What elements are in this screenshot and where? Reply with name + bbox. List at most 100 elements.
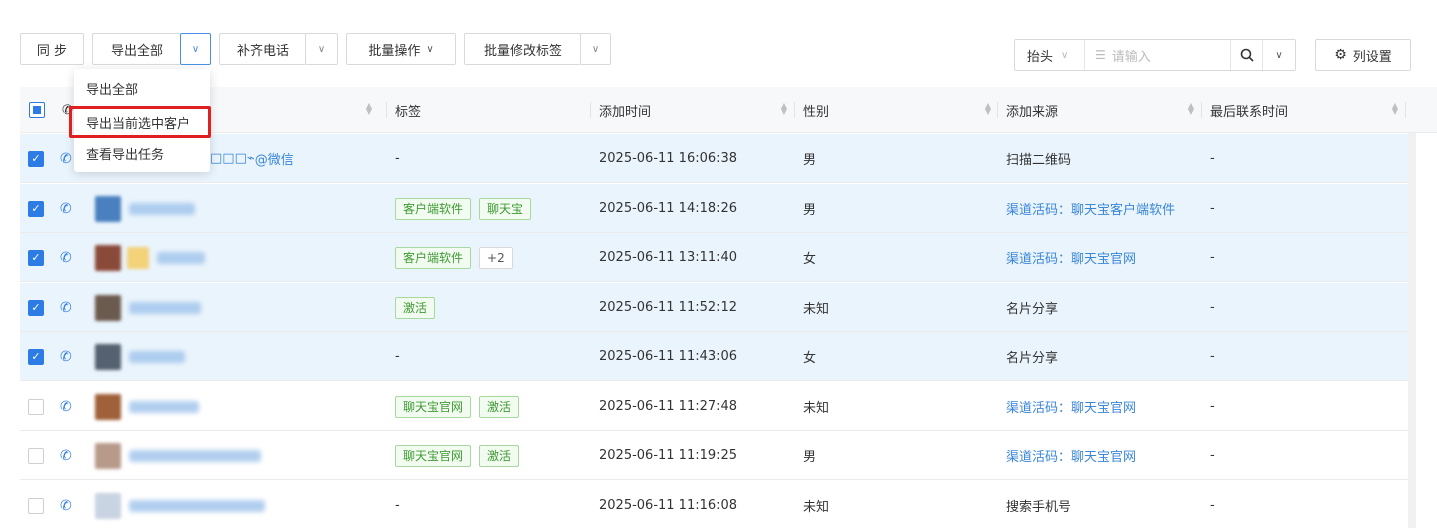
tags-cell: 聊天宝官网 激活	[395, 431, 527, 480]
search-field-label: 抬头	[1027, 49, 1054, 65]
gender-cell: 女	[803, 252, 817, 267]
customer-name[interactable]: □□□⌁ @微信	[210, 134, 294, 183]
row-checkbox[interactable]	[28, 481, 44, 528]
avatar	[95, 244, 121, 271]
phone-icon[interactable]: ✆	[60, 431, 72, 480]
search-button[interactable]	[1231, 40, 1263, 70]
customer-name[interactable]	[95, 184, 195, 233]
chevron-down-icon: ∨	[1061, 49, 1069, 61]
search-field-select[interactable]: 抬头 ∨	[1015, 40, 1085, 70]
last-contact-cell: -	[1210, 448, 1215, 463]
sort-icon: ▲ ▼	[1187, 101, 1194, 116]
phone-icon[interactable]: ✆	[60, 481, 72, 528]
search-input[interactable]: ☰ 请输入	[1085, 40, 1231, 70]
table-row[interactable]: ✓ ✆ 激活 2025-06-11 11:52:12 未知 名片分享 -	[20, 283, 1408, 332]
phone-icon[interactable]: ✆	[60, 134, 72, 183]
sort-icon: ▲ ▼	[365, 101, 372, 116]
tags-cell: 客户端软件 聊天宝	[395, 184, 539, 233]
blurred-name	[129, 400, 199, 413]
table-row[interactable]: ✆ 聊天宝官网 激活 2025-06-11 11:19:25 男 渠道活码：聊天宝…	[20, 431, 1408, 480]
gender-cell: 未知	[803, 302, 830, 317]
customer-name[interactable]	[95, 332, 185, 381]
customer-name[interactable]	[95, 431, 261, 480]
row-checkbox[interactable]	[28, 431, 44, 480]
added-time-cell: 2025-06-11 11:16:08	[599, 498, 738, 513]
avatar	[95, 195, 121, 222]
column-settings-button[interactable]: ⚙ 列设置	[1315, 39, 1411, 71]
table-row[interactable]: ✆ 聊天宝官网 激活 2025-06-11 11:27:48 未知 渠道活码：聊天…	[20, 382, 1408, 431]
row-checkbox[interactable]: ✓	[28, 332, 44, 381]
last-contact-header-label: 最后联系时间	[1210, 104, 1289, 120]
source-cell: 扫描二维码	[1006, 153, 1072, 168]
menu-item-view-export-tasks[interactable]: 查看导出任务	[86, 142, 164, 164]
customer-name[interactable]	[95, 481, 265, 528]
more-tags-badge[interactable]: +2	[479, 246, 513, 269]
tag: 客户端软件	[395, 197, 472, 220]
table-row[interactable]: ✓ ✆ 客户端软件 +2 2025-06-11 13:11:40 女 渠道活码：聊…	[20, 233, 1408, 282]
blurred-name	[129, 301, 201, 314]
customer-name[interactable]	[95, 233, 205, 282]
source-link[interactable]: 渠道活码：聊天宝客户端软件	[1006, 184, 1175, 233]
row-checkbox[interactable]: ✓	[28, 134, 44, 183]
table-row[interactable]: ✓ ✆ - 2025-06-11 11:43:06 女 名片分享 -	[20, 332, 1408, 381]
table-row[interactable]: ✆ - 2025-06-11 11:16:08 未知 搜索手机号 -	[20, 481, 1408, 528]
name-sort[interactable]: ▲ ▼	[350, 87, 380, 133]
phone-icon[interactable]: ✆	[60, 382, 72, 431]
tags-cell: 客户端软件 +2	[395, 233, 521, 282]
batch-edit-tags-dropdown-toggle[interactable]: ∨	[580, 33, 611, 65]
sync-button[interactable]: 同 步	[20, 33, 84, 65]
tags-cell: 激活	[395, 283, 443, 332]
customer-name-text: @微信	[254, 153, 294, 168]
last-contact-cell: -	[1210, 399, 1215, 414]
added-time-header[interactable]: 添加时间 ▲ ▼	[599, 87, 795, 133]
source-header[interactable]: 添加来源 ▲ ▼	[1006, 87, 1202, 133]
avatar	[95, 294, 121, 321]
last-contact-cell: -	[1210, 151, 1215, 166]
gender-header[interactable]: 性别 ▲ ▼	[803, 87, 999, 133]
search-options-dropdown[interactable]: ∨	[1263, 40, 1295, 70]
row-checkbox[interactable]: ✓	[28, 233, 44, 282]
fill-phone-button[interactable]: 补齐电话	[219, 33, 306, 65]
export-all-label: 导出全部	[110, 43, 163, 59]
export-all-button[interactable]: 导出全部	[92, 33, 181, 65]
gender-cell: 未知	[803, 401, 830, 416]
phone-icon[interactable]: ✆	[60, 233, 72, 282]
gender-cell: 男	[803, 153, 817, 168]
source-link[interactable]: 渠道活码：聊天宝官网	[1006, 233, 1136, 282]
blurred-name	[129, 350, 185, 363]
last-contact-cell: -	[1210, 201, 1215, 216]
batch-ops-button[interactable]: 批量操作 ∨	[346, 33, 456, 65]
table-row[interactable]: ✓ ✆ □□□⌁ @微信 - 2025-06-11 16:06:38 男 扫描二维…	[20, 134, 1408, 183]
export-dropdown-toggle[interactable]: ∨	[180, 33, 211, 65]
source-cell: 名片分享	[1006, 302, 1059, 317]
chevron-down-icon: ∨	[191, 43, 200, 55]
customer-name[interactable]	[95, 382, 199, 431]
tags-cell: -	[395, 151, 400, 166]
select-all-checkbox[interactable]	[29, 87, 45, 133]
customer-name[interactable]	[95, 283, 201, 332]
column-divider	[1201, 102, 1202, 118]
source-link[interactable]: 渠道活码：聊天宝官网	[1006, 431, 1136, 480]
last-contact-header[interactable]: 最后联系时间 ▲ ▼	[1210, 87, 1406, 133]
table-header: ✆ ▲ ▼ 标签 添加时间 ▲ ▼ 性别 ▲ ▼ 添加来源 ▲ ▼ 最后联系时间 ▲ ▼	[20, 87, 1437, 133]
phone-icon[interactable]: ✆	[60, 184, 72, 233]
table-row[interactable]: ✓ ✆ 客户端软件 聊天宝 2025-06-11 14:18:26 男 渠道活码：…	[20, 184, 1408, 233]
menu-item-export-all[interactable]: 导出全部	[86, 77, 138, 99]
source-link[interactable]: 渠道活码：聊天宝官网	[1006, 382, 1136, 431]
phone-icon[interactable]: ✆	[60, 332, 72, 381]
row-checkbox[interactable]: ✓	[28, 283, 44, 332]
tags-header-label: 标签	[395, 104, 422, 120]
emoji-icon	[127, 246, 149, 269]
avatar	[95, 343, 121, 370]
phone-icon[interactable]: ✆	[60, 283, 72, 332]
row-checkbox[interactable]: ✓	[28, 184, 44, 233]
batch-ops-label: 批量操作	[368, 43, 421, 59]
avatar	[95, 442, 121, 469]
customer-list-page: 同 步 导出全部 ∨ 补齐电话 ∨ 批量操作 ∨ 批量修改标签 ∨ 抬头 ∨ ☰…	[0, 0, 1437, 528]
fill-phone-dropdown-toggle[interactable]: ∨	[305, 33, 338, 65]
source-header-label: 添加来源	[1006, 104, 1059, 120]
vertical-scrollbar[interactable]	[1408, 133, 1416, 528]
avatar	[95, 393, 121, 420]
batch-edit-tags-button[interactable]: 批量修改标签	[464, 33, 581, 65]
row-checkbox[interactable]	[28, 382, 44, 431]
